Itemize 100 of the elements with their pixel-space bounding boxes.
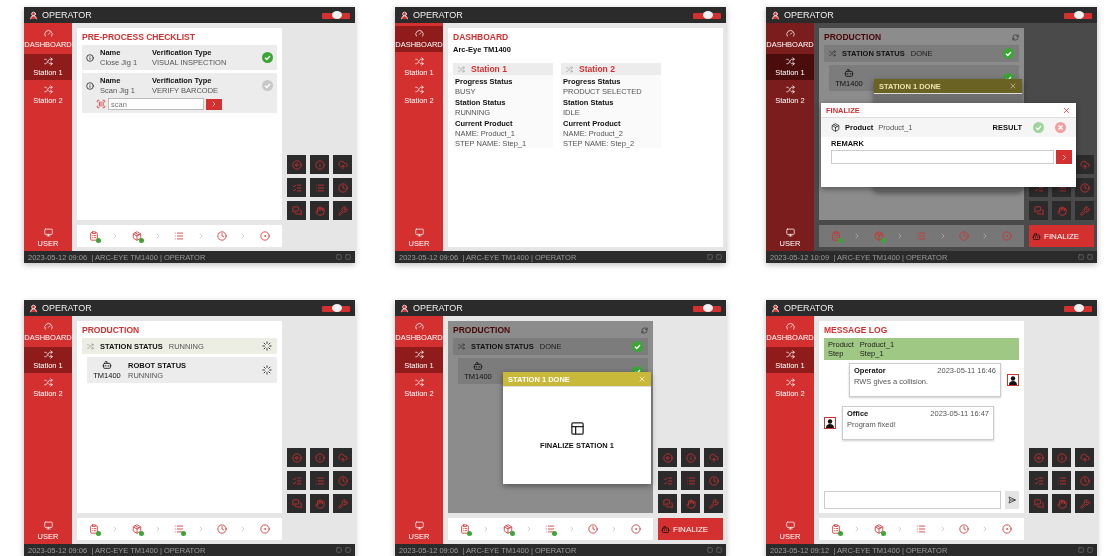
circle-arrow-button[interactable] <box>287 448 306 467</box>
checklist-button[interactable] <box>1029 471 1048 490</box>
target-icon[interactable] <box>259 231 270 241</box>
package-icon[interactable] <box>873 524 884 534</box>
hand-icon <box>1056 498 1067 509</box>
list-button[interactable] <box>310 471 329 490</box>
card-title: PRODUCTION <box>82 325 140 335</box>
hand-button[interactable] <box>681 494 700 513</box>
clock-icon[interactable] <box>217 231 228 241</box>
fail-button[interactable] <box>1055 122 1066 133</box>
list-icon <box>314 182 325 193</box>
target-icon[interactable] <box>1001 231 1012 241</box>
chat-button[interactable] <box>658 494 677 513</box>
info-icon <box>685 452 696 463</box>
chat-button[interactable] <box>1029 494 1048 513</box>
info-button[interactable] <box>310 448 329 467</box>
shuffle-icon <box>785 85 795 94</box>
station-name: Station 2 <box>579 64 615 74</box>
circle-arrow-button[interactable] <box>287 155 306 174</box>
checklist-button[interactable] <box>658 471 677 490</box>
submit-button[interactable] <box>206 98 222 110</box>
hand-icon <box>685 498 696 509</box>
clock-button[interactable] <box>1075 178 1094 197</box>
clipboard-icon[interactable] <box>831 231 842 241</box>
info-button[interactable] <box>310 155 329 174</box>
robot-icon <box>473 361 483 371</box>
app-title: OPERATOR <box>413 10 463 20</box>
avatar-icon <box>824 417 836 429</box>
hand-button[interactable] <box>1052 494 1071 513</box>
message-input[interactable] <box>824 491 1001 509</box>
circle-arrow-button[interactable] <box>658 448 677 467</box>
clock-icon[interactable] <box>217 524 228 534</box>
clock-icon[interactable] <box>959 524 970 534</box>
cloud-upload-icon <box>1079 159 1090 170</box>
chat-icon <box>1033 498 1044 509</box>
brand-logo <box>1064 10 1092 20</box>
clock-icon[interactable] <box>588 524 599 534</box>
checklist-button[interactable] <box>287 178 306 197</box>
info-button[interactable] <box>1052 448 1071 467</box>
done-dot <box>138 531 144 536</box>
clock-icon[interactable] <box>959 231 970 241</box>
operator-icon <box>771 10 780 20</box>
list-button[interactable] <box>1052 471 1071 490</box>
send-button[interactable] <box>1005 491 1019 509</box>
shuffle-icon <box>785 350 795 359</box>
close-icon <box>1062 105 1071 115</box>
circle-arrow-button[interactable] <box>1029 448 1048 467</box>
target-icon[interactable] <box>259 524 270 534</box>
clock-icon <box>337 475 348 486</box>
monitor-icon <box>414 228 424 237</box>
chat-button[interactable] <box>1029 201 1048 220</box>
clipboard-icon[interactable] <box>831 524 842 534</box>
card-title: MESSAGE LOG <box>824 325 889 335</box>
done-dot <box>552 531 558 536</box>
gauge-icon <box>785 322 795 331</box>
package-icon[interactable] <box>502 524 513 534</box>
clipboard-icon[interactable] <box>460 524 471 534</box>
target-icon[interactable] <box>630 524 641 534</box>
clock-icon <box>708 475 719 486</box>
package-icon[interactable] <box>131 524 142 534</box>
checklist-button[interactable] <box>287 471 306 490</box>
wrench-button[interactable] <box>333 201 352 220</box>
info-icon <box>86 53 94 62</box>
finalize-button[interactable]: FINALIZE <box>1029 225 1094 247</box>
clipboard-icon[interactable] <box>89 231 100 241</box>
info-button[interactable] <box>681 448 700 467</box>
shuffle-icon <box>414 85 424 94</box>
wrench-button[interactable] <box>333 494 352 513</box>
list-icon[interactable] <box>174 524 185 534</box>
cloud-upload-icon <box>337 452 348 463</box>
submit-button[interactable] <box>1056 150 1072 164</box>
list-button[interactable] <box>681 471 700 490</box>
list-button[interactable] <box>310 178 329 197</box>
package-icon[interactable] <box>873 231 884 241</box>
shuffle-icon <box>43 378 53 387</box>
operator-icon <box>29 303 38 313</box>
done-dot <box>181 531 187 536</box>
brand-logo <box>693 303 721 313</box>
remark-field[interactable] <box>831 150 1054 164</box>
hand-button[interactable] <box>310 201 329 220</box>
pass-button[interactable] <box>1033 122 1044 133</box>
refresh-icon <box>1012 33 1019 41</box>
target-icon[interactable] <box>1001 524 1012 534</box>
wrench-button[interactable] <box>1075 494 1094 513</box>
shuffle-icon <box>43 85 53 94</box>
finalize-button[interactable]: FINALIZE <box>658 518 723 540</box>
brand-logo <box>693 10 721 20</box>
list-icon[interactable] <box>916 524 927 534</box>
hand-button[interactable] <box>310 494 329 513</box>
hand-icon <box>314 498 325 509</box>
chat-icon <box>1033 205 1044 216</box>
clipboard-icon[interactable] <box>89 524 100 534</box>
wrench-button[interactable] <box>704 494 723 513</box>
chat-button[interactable] <box>287 494 306 513</box>
app-title: OPERATOR <box>784 303 834 313</box>
chat-button[interactable] <box>287 201 306 220</box>
checklist-icon <box>1033 475 1044 486</box>
package-icon[interactable] <box>131 231 142 241</box>
list-icon[interactable] <box>174 231 185 241</box>
list-icon[interactable] <box>545 524 556 534</box>
